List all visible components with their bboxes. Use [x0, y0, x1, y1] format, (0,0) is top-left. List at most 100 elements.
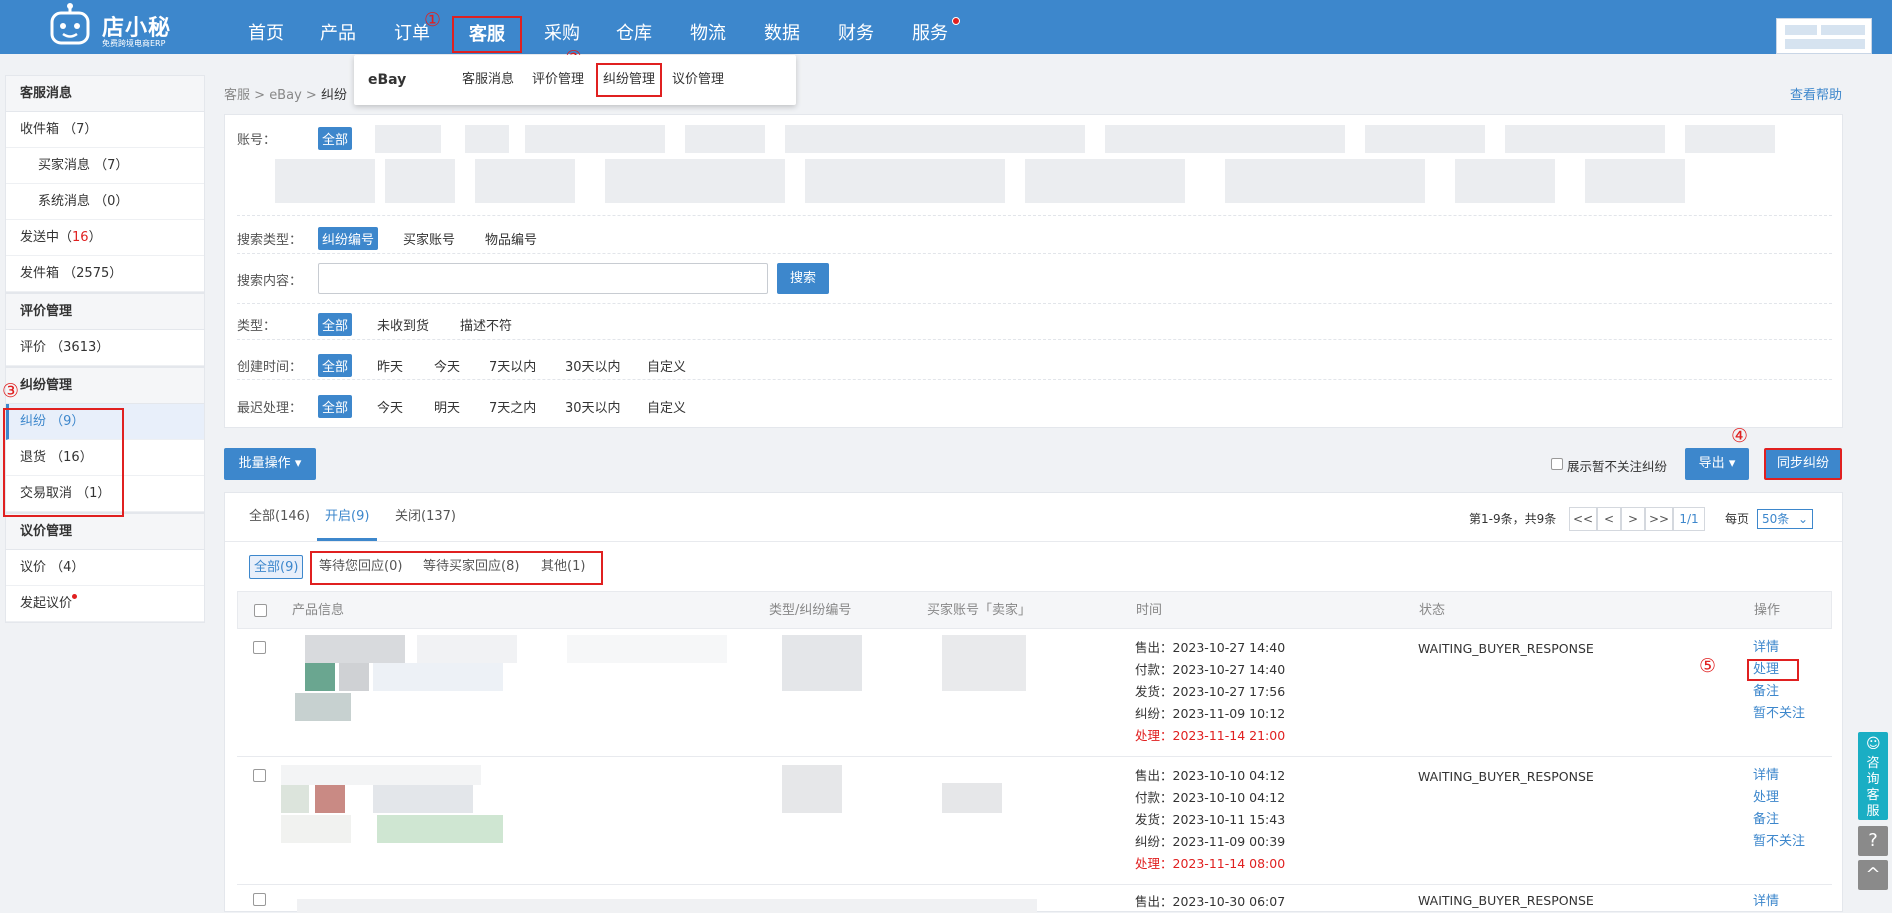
- search-button[interactable]: 搜索: [777, 263, 829, 294]
- question-circle-icon: ?: [1868, 830, 1878, 851]
- nav-purchasing[interactable]: 采购: [542, 0, 582, 54]
- nav-services[interactable]: 服务: [910, 0, 950, 54]
- tab-all[interactable]: 全部(146): [249, 493, 310, 541]
- nav-data[interactable]: 数据: [762, 0, 802, 54]
- deadline-7days[interactable]: 7天之内: [489, 397, 536, 416]
- action-handle[interactable]: 处理: [1747, 659, 1800, 681]
- dropdown-item-offers[interactable]: 议价管理: [672, 55, 724, 105]
- sidebar-item-system-messages[interactable]: 系统消息 （0）: [6, 184, 204, 220]
- page-last-button[interactable]: >>: [1645, 507, 1673, 531]
- table-row: 售出：2023-10-10 04:12 付款：2023-10-10 04:12 …: [237, 757, 1832, 885]
- time-shipped: 发货：2023-10-11 15:43: [1135, 812, 1286, 827]
- sidebar-item-inbox[interactable]: 收件箱 （7）: [6, 112, 204, 148]
- action-details[interactable]: 详情: [1753, 767, 1779, 785]
- tab-open[interactable]: 开启(9): [317, 493, 378, 541]
- action-handle[interactable]: 处理: [1753, 789, 1779, 807]
- type-all-option[interactable]: 全部: [318, 313, 353, 336]
- sidebar-item-offers[interactable]: 议价 （4）: [6, 550, 204, 586]
- deadline-30days[interactable]: 30天以内: [565, 397, 621, 416]
- create-time-custom[interactable]: 自定义: [647, 356, 686, 375]
- per-page-select[interactable]: 50条 ⌄: [1757, 509, 1813, 529]
- action-ignore[interactable]: 暂不关注: [1753, 833, 1805, 851]
- action-details[interactable]: 详情: [1753, 639, 1779, 657]
- sidebar-item-label: 发起议价: [20, 596, 73, 611]
- table-row: 售出：2023-10-27 14:40 付款：2023-10-27 14:40 …: [237, 629, 1832, 757]
- nav-home[interactable]: 首页: [246, 0, 286, 54]
- row-checkbox[interactable]: [253, 641, 266, 654]
- row-checkbox[interactable]: [253, 893, 266, 906]
- sidebar-item-count: （0）: [94, 194, 129, 209]
- nav-customer-service[interactable]: 客服: [452, 16, 522, 53]
- sidebar-item-label: 买家消息: [38, 158, 91, 173]
- search-type-buyer-account[interactable]: 买家账号: [403, 229, 455, 248]
- sidebar-item-start-offer[interactable]: 发起议价: [6, 586, 204, 622]
- step-marker-4: ④: [1731, 425, 1749, 447]
- type-label: 类型：: [237, 319, 277, 334]
- page-prev-button[interactable]: <: [1597, 507, 1621, 531]
- select-all-checkbox[interactable]: [254, 604, 267, 617]
- subtab-awaiting-buyer[interactable]: 等待买家回应(8): [423, 555, 519, 579]
- table-row: 售出：2023-10-30 06:07 WAITING_BUYER_RESPON…: [237, 885, 1832, 913]
- action-ignore[interactable]: 暂不关注: [1753, 705, 1805, 723]
- subtab-all[interactable]: 全部(9): [249, 555, 304, 579]
- row-checkbox[interactable]: [253, 769, 266, 782]
- dropdown-item-feedback[interactable]: 评价管理: [532, 55, 584, 105]
- sidebar-group-messages: 客服消息 收件箱 （7） 买家消息 （7） 系统消息 （0） 发送中（16） 发…: [5, 75, 205, 293]
- create-time-today[interactable]: 今天: [434, 356, 460, 375]
- account-all-option[interactable]: 全部: [318, 127, 353, 150]
- create-time-30days[interactable]: 30天以内: [565, 356, 621, 375]
- action-note[interactable]: 备注: [1753, 811, 1779, 829]
- show-ignored-checkbox[interactable]: [1551, 458, 1563, 470]
- tab-closed[interactable]: 关闭(137): [395, 493, 456, 541]
- deadline-all[interactable]: 全部: [318, 395, 353, 418]
- nav-finance[interactable]: 财务: [836, 0, 876, 54]
- subtab-other[interactable]: 其他(1): [541, 555, 585, 579]
- search-input[interactable]: [318, 263, 768, 294]
- create-time-7days[interactable]: 7天以内: [489, 356, 536, 375]
- dropdown-item-disputes[interactable]: 纠纷管理: [596, 63, 663, 97]
- help-button[interactable]: ?: [1858, 826, 1888, 856]
- column-time: 时间: [1136, 603, 1163, 618]
- nav-warehouse[interactable]: 仓库: [614, 0, 654, 54]
- sidebar-group-title: 评价管理: [6, 294, 204, 330]
- action-note[interactable]: 备注: [1753, 683, 1779, 701]
- sidebar-item-feedback[interactable]: 评价 （3613）: [6, 330, 204, 366]
- nav-logistics[interactable]: 物流: [688, 0, 728, 54]
- sidebar-item-outbox[interactable]: 发件箱 （2575）: [6, 256, 204, 292]
- search-type-item-id[interactable]: 物品编号: [485, 229, 537, 248]
- breadcrumb-ebay[interactable]: eBay: [269, 88, 302, 103]
- search-type-dispute-id[interactable]: 纠纷编号: [318, 227, 379, 250]
- deadline-custom[interactable]: 自定义: [647, 397, 686, 416]
- type-not-received[interactable]: 未收到货: [377, 315, 429, 334]
- nav-products[interactable]: 产品: [318, 0, 358, 54]
- export-button[interactable]: 导出 ▾: [1685, 448, 1749, 480]
- back-to-top-button[interactable]: ^: [1858, 860, 1888, 890]
- sidebar-item-count: （7）: [63, 122, 98, 137]
- sidebar-group-title: 议价管理: [6, 514, 204, 550]
- sidebar-item-count: 16: [72, 230, 89, 245]
- create-time-yesterday[interactable]: 昨天: [377, 356, 403, 375]
- subtab-awaiting-you[interactable]: 等待您回应(0): [319, 555, 402, 579]
- type-not-as-described[interactable]: 描述不符: [460, 315, 512, 334]
- sync-disputes-button[interactable]: 同步纠纷: [1764, 448, 1842, 480]
- column-actions: 操作: [1754, 603, 1781, 618]
- deadline-today[interactable]: 今天: [377, 397, 403, 416]
- user-account-box[interactable]: [1776, 18, 1872, 54]
- consult-support-button[interactable]: ☺ 咨询客服: [1858, 732, 1888, 820]
- sidebar-item-buyer-messages[interactable]: 买家消息 （7）: [6, 148, 204, 184]
- deadline-tomorrow[interactable]: 明天: [434, 397, 460, 416]
- page-next-button[interactable]: >: [1621, 507, 1645, 531]
- chevron-down-icon: ▾: [294, 456, 302, 471]
- help-link[interactable]: 查看帮助: [1790, 84, 1842, 103]
- sidebar-item-sending[interactable]: 发送中（16）: [6, 220, 204, 256]
- batch-operation-label: 批量操作: [238, 456, 291, 471]
- dropdown-item-messages[interactable]: 客服消息: [462, 55, 514, 105]
- action-details[interactable]: 详情: [1753, 893, 1779, 911]
- create-time-all[interactable]: 全部: [318, 354, 353, 377]
- logo[interactable]: 店小秘 免费跨境电商ERP: [48, 2, 178, 50]
- page-first-button[interactable]: <<: [1569, 507, 1597, 531]
- time-sold: 售出：2023-10-10 04:12: [1135, 768, 1286, 783]
- disputes-panel: 全部(146) 开启(9) 关闭(137) 第1-9条，共9条 << < > >…: [224, 492, 1843, 913]
- batch-operation-button[interactable]: 批量操作 ▾: [224, 448, 316, 480]
- breadcrumb-customer-service[interactable]: 客服: [224, 88, 250, 103]
